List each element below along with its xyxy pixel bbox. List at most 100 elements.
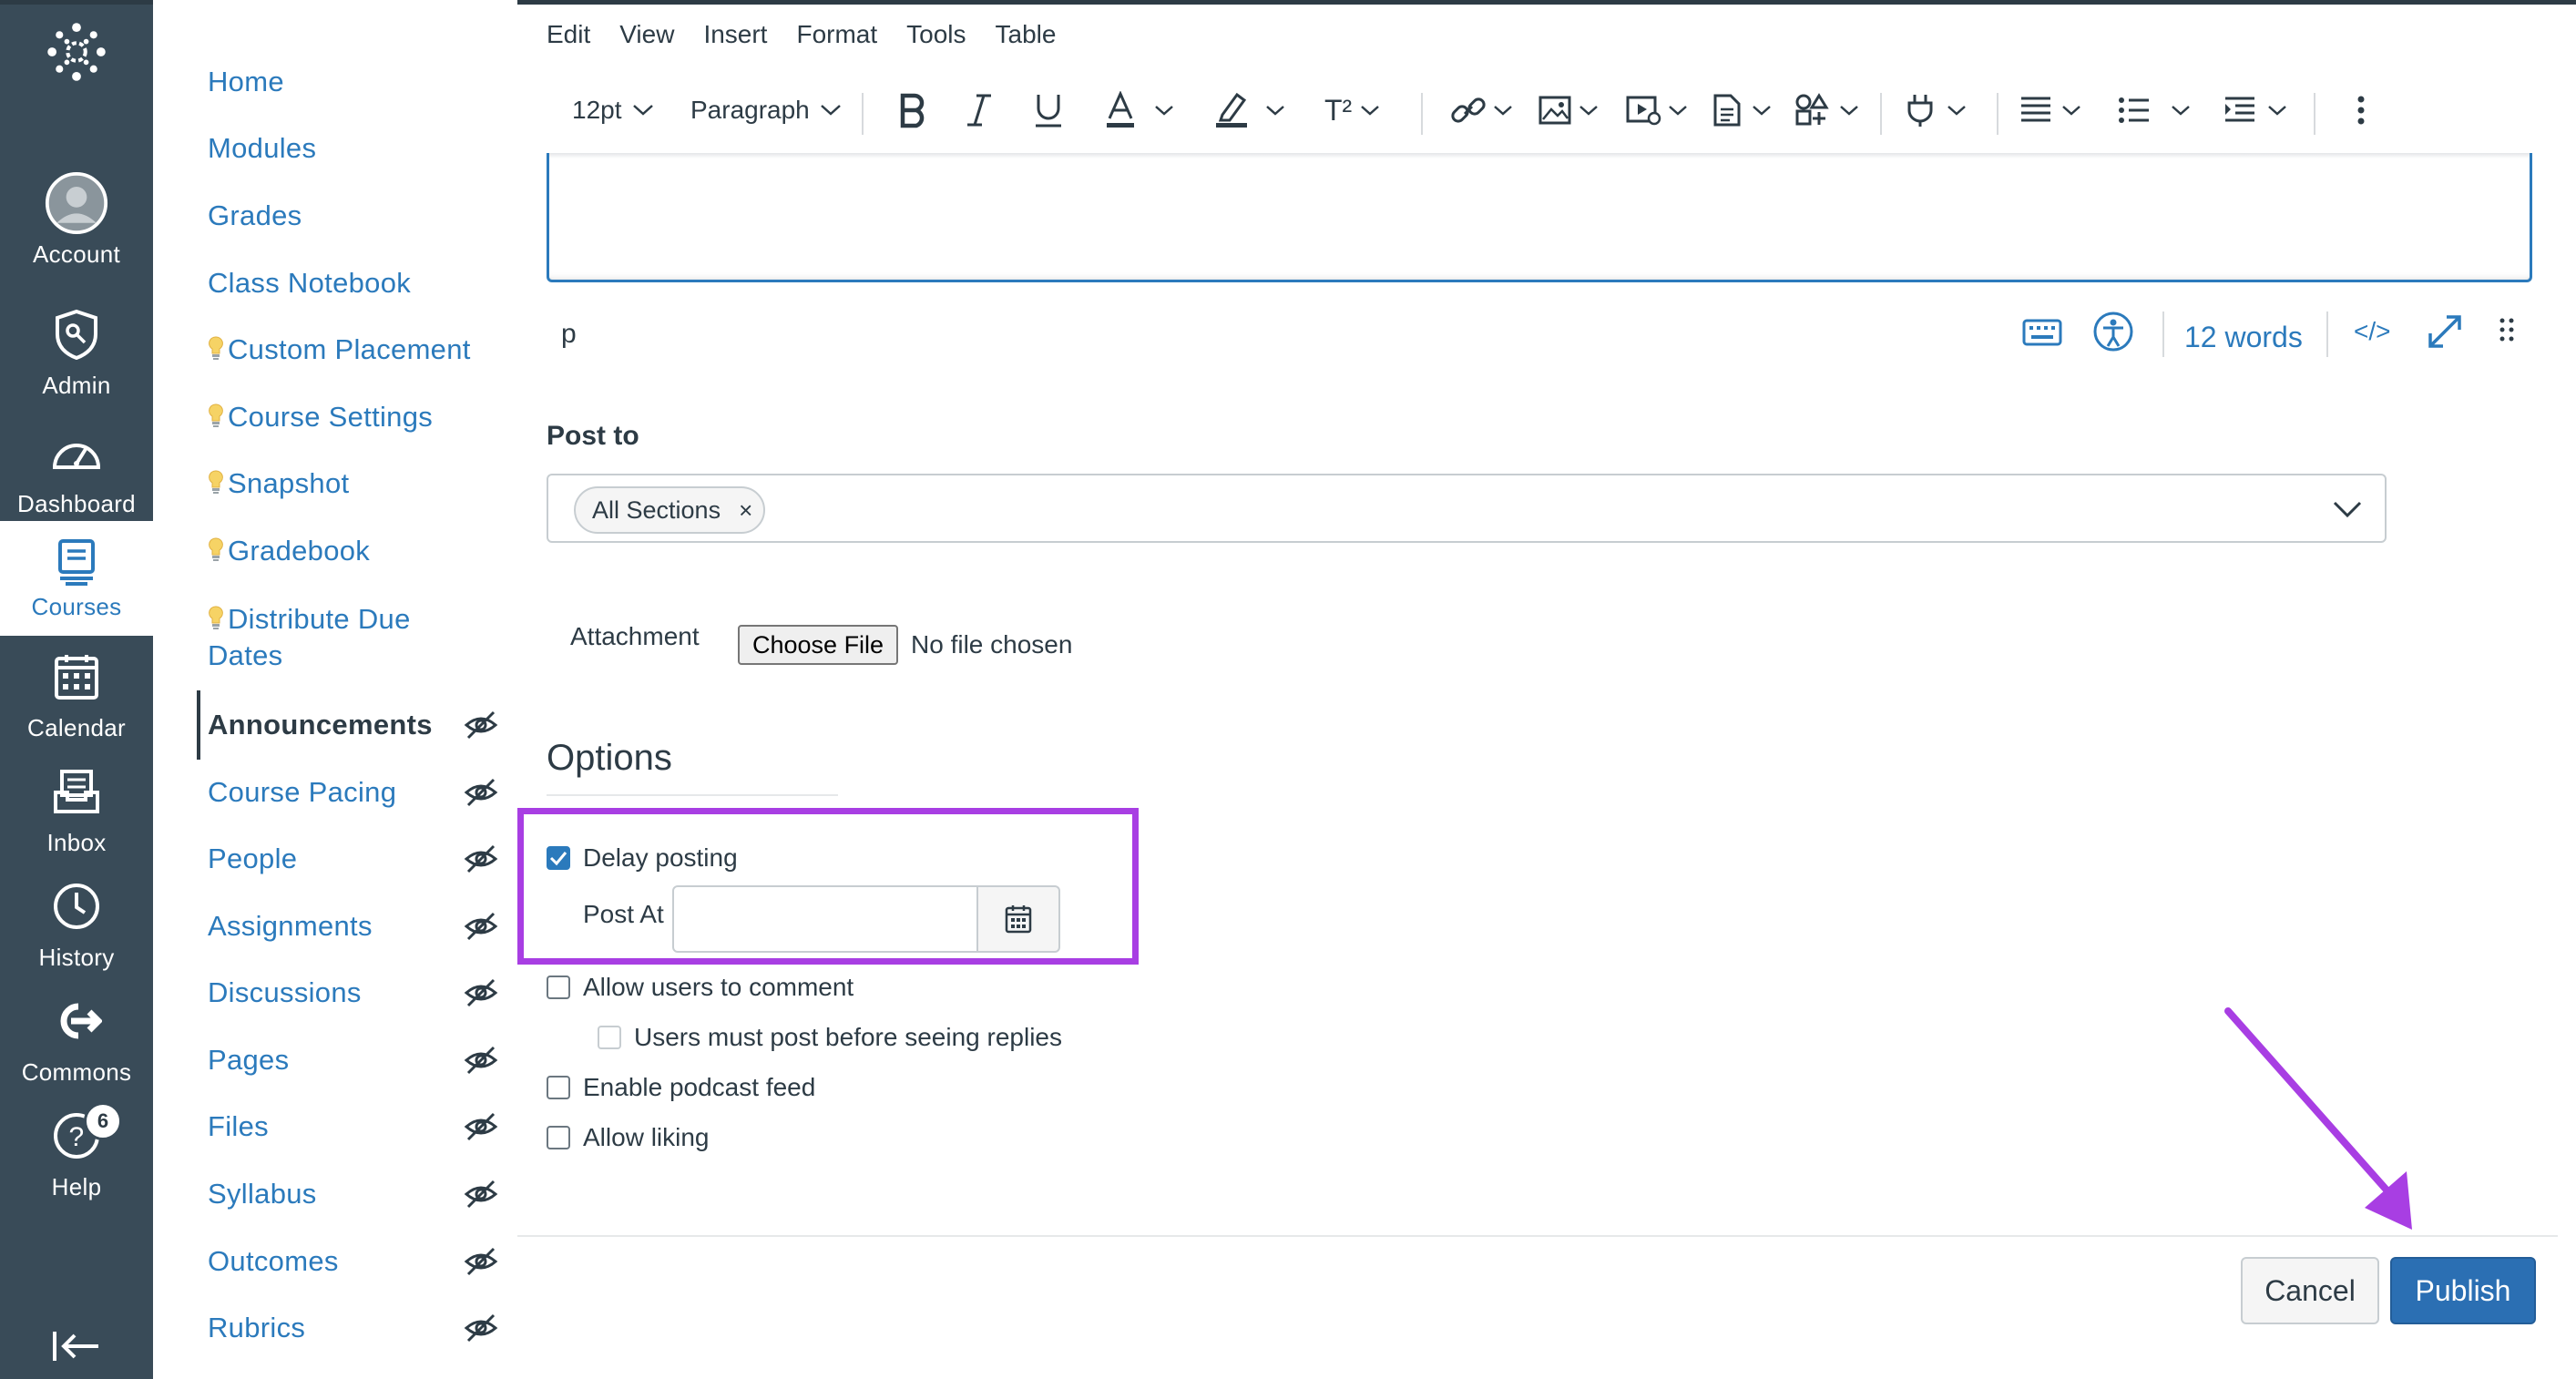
post-to-select[interactable]: All Sections × bbox=[547, 474, 2387, 543]
image-button[interactable] bbox=[1538, 82, 1600, 138]
fullscreen-button[interactable] bbox=[2423, 310, 2467, 353]
link-icon bbox=[1451, 97, 1486, 123]
nav-calendar[interactable]: Calendar bbox=[0, 645, 153, 742]
course-nav-item[interactable]: Gradebook bbox=[208, 535, 370, 567]
document-button[interactable] bbox=[1712, 82, 1773, 138]
podcast-checkbox[interactable]: Enable podcast feed bbox=[547, 1073, 815, 1102]
canvas-logo-icon bbox=[45, 20, 108, 84]
menu-edit[interactable]: Edit bbox=[547, 20, 590, 60]
course-nav-label: Course Pacing bbox=[208, 776, 397, 808]
course-nav-item[interactable]: Syllabus bbox=[208, 1178, 317, 1210]
more-options-button[interactable] bbox=[2356, 82, 2366, 138]
course-nav-item[interactable]: Files bbox=[208, 1110, 269, 1143]
rich-text-editor[interactable] bbox=[547, 153, 2532, 282]
course-nav-item[interactable]: Custom Placement bbox=[208, 333, 471, 366]
highlight-color-button[interactable] bbox=[1213, 82, 1286, 138]
chevron-down-icon[interactable] bbox=[2332, 495, 2363, 523]
course-nav-label: Custom Placement bbox=[228, 333, 471, 365]
course-nav-item[interactable]: Assignments bbox=[208, 910, 373, 943]
link-button[interactable] bbox=[1450, 82, 1514, 138]
course-nav-item[interactable]: Snapshot bbox=[208, 467, 349, 500]
menu-view[interactable]: View bbox=[619, 20, 674, 60]
publish-button[interactable]: Publish bbox=[2390, 1257, 2536, 1324]
toolbar-separator bbox=[2314, 93, 2315, 135]
keyboard-shortcuts-button[interactable] bbox=[2020, 310, 2064, 353]
plugin-button[interactable] bbox=[1904, 82, 1968, 138]
chevron-down-icon bbox=[1494, 106, 1512, 116]
text-color-button[interactable] bbox=[1104, 82, 1175, 138]
hidden-eye-icon bbox=[464, 710, 498, 740]
underline-button[interactable] bbox=[1033, 82, 1064, 138]
course-nav-label: Rubrics bbox=[208, 1312, 306, 1343]
footer-divider bbox=[517, 1235, 2558, 1237]
accessibility-icon bbox=[2093, 312, 2133, 352]
html-editor-icon[interactable]: </> bbox=[2354, 317, 2390, 361]
block-format-dropdown[interactable]: Paragraph bbox=[690, 82, 843, 138]
clock-icon bbox=[45, 874, 108, 938]
menu-insert[interactable]: Insert bbox=[703, 20, 767, 60]
nav-account[interactable]: Account bbox=[0, 171, 153, 269]
speedometer-icon bbox=[45, 421, 108, 485]
choose-file-button[interactable]: Choose File bbox=[738, 625, 899, 665]
course-nav-item[interactable]: Distribute Due Dates bbox=[208, 601, 411, 674]
course-nav-item[interactable]: Discussions bbox=[208, 976, 362, 1009]
hidden-eye-icon bbox=[464, 978, 498, 1007]
bullet-list-button[interactable] bbox=[2117, 82, 2192, 138]
course-nav-item[interactable]: People bbox=[208, 843, 297, 875]
attachment-label: Attachment bbox=[570, 622, 700, 650]
nav-help[interactable]: ? Help bbox=[0, 1104, 153, 1201]
course-nav-item[interactable]: Rubrics bbox=[208, 1312, 305, 1344]
lightbulb-icon bbox=[209, 336, 223, 360]
course-nav-item[interactable]: Class Notebook bbox=[208, 267, 411, 300]
media-button[interactable] bbox=[1625, 82, 1689, 138]
nav-inbox-label: Inbox bbox=[46, 829, 107, 856]
remove-section-icon[interactable]: × bbox=[739, 496, 752, 525]
liking-checkbox[interactable]: Allow liking bbox=[547, 1123, 710, 1152]
superscript-button[interactable]: T² bbox=[1324, 82, 1381, 138]
checkbox-unchecked[interactable] bbox=[547, 976, 570, 999]
course-nav-item[interactable]: Announcements bbox=[208, 709, 433, 741]
course-nav-item[interactable]: Outcomes bbox=[208, 1245, 339, 1278]
course-nav-label: Home bbox=[208, 66, 284, 97]
font-size-dropdown[interactable]: 12pt bbox=[572, 82, 655, 138]
avatar-icon bbox=[45, 171, 108, 235]
section-pill: All Sections × bbox=[574, 486, 766, 534]
highlight-color-icon bbox=[1216, 92, 1247, 128]
menu-tools[interactable]: Tools bbox=[906, 20, 966, 60]
course-nav-item[interactable]: Home bbox=[208, 66, 284, 98]
course-nav-label: Modules bbox=[208, 132, 317, 164]
must-post-label: Users must post before seeing replies bbox=[634, 1023, 1062, 1051]
apps-button[interactable] bbox=[1794, 82, 1860, 138]
align-button[interactable] bbox=[2019, 82, 2082, 138]
nav-dashboard[interactable]: Dashboard bbox=[0, 421, 153, 518]
accessibility-checker-button[interactable] bbox=[2091, 310, 2135, 353]
allow-comment-checkbox[interactable]: Allow users to comment bbox=[547, 973, 854, 1002]
svg-text:?: ? bbox=[69, 1122, 85, 1152]
nav-history[interactable]: History bbox=[0, 874, 153, 972]
nav-admin[interactable]: Admin bbox=[0, 302, 153, 400]
italic-button[interactable] bbox=[966, 82, 993, 138]
canvas-logo[interactable] bbox=[0, 20, 153, 84]
course-nav-item[interactable]: Modules bbox=[208, 132, 316, 165]
course-nav-label: Pages bbox=[208, 1044, 290, 1076]
course-nav-item[interactable]: Course Settings bbox=[208, 401, 433, 434]
menu-format[interactable]: Format bbox=[796, 20, 877, 60]
nav-commons[interactable]: Commons bbox=[0, 989, 153, 1087]
resize-handle[interactable] bbox=[2496, 310, 2518, 353]
course-nav-item[interactable]: Course Pacing bbox=[208, 776, 396, 809]
cancel-button[interactable]: Cancel bbox=[2241, 1257, 2379, 1324]
inbox-icon bbox=[45, 760, 108, 823]
nav-dashboard-label: Dashboard bbox=[17, 490, 136, 517]
checkbox-unchecked[interactable] bbox=[547, 1126, 570, 1149]
nav-inbox[interactable]: Inbox bbox=[0, 760, 153, 857]
course-nav-item[interactable]: Pages bbox=[208, 1044, 289, 1077]
course-nav-item[interactable]: Grades bbox=[208, 199, 302, 232]
menu-table[interactable]: Table bbox=[996, 20, 1057, 60]
element-path[interactable]: p bbox=[561, 319, 577, 350]
collapse-nav-button[interactable] bbox=[0, 1328, 153, 1364]
calendar-icon bbox=[45, 645, 108, 709]
checkbox-unchecked[interactable] bbox=[547, 1076, 570, 1099]
bold-button[interactable] bbox=[896, 82, 929, 138]
nav-courses[interactable]: Courses bbox=[0, 521, 153, 636]
indent-button[interactable] bbox=[2223, 82, 2288, 138]
